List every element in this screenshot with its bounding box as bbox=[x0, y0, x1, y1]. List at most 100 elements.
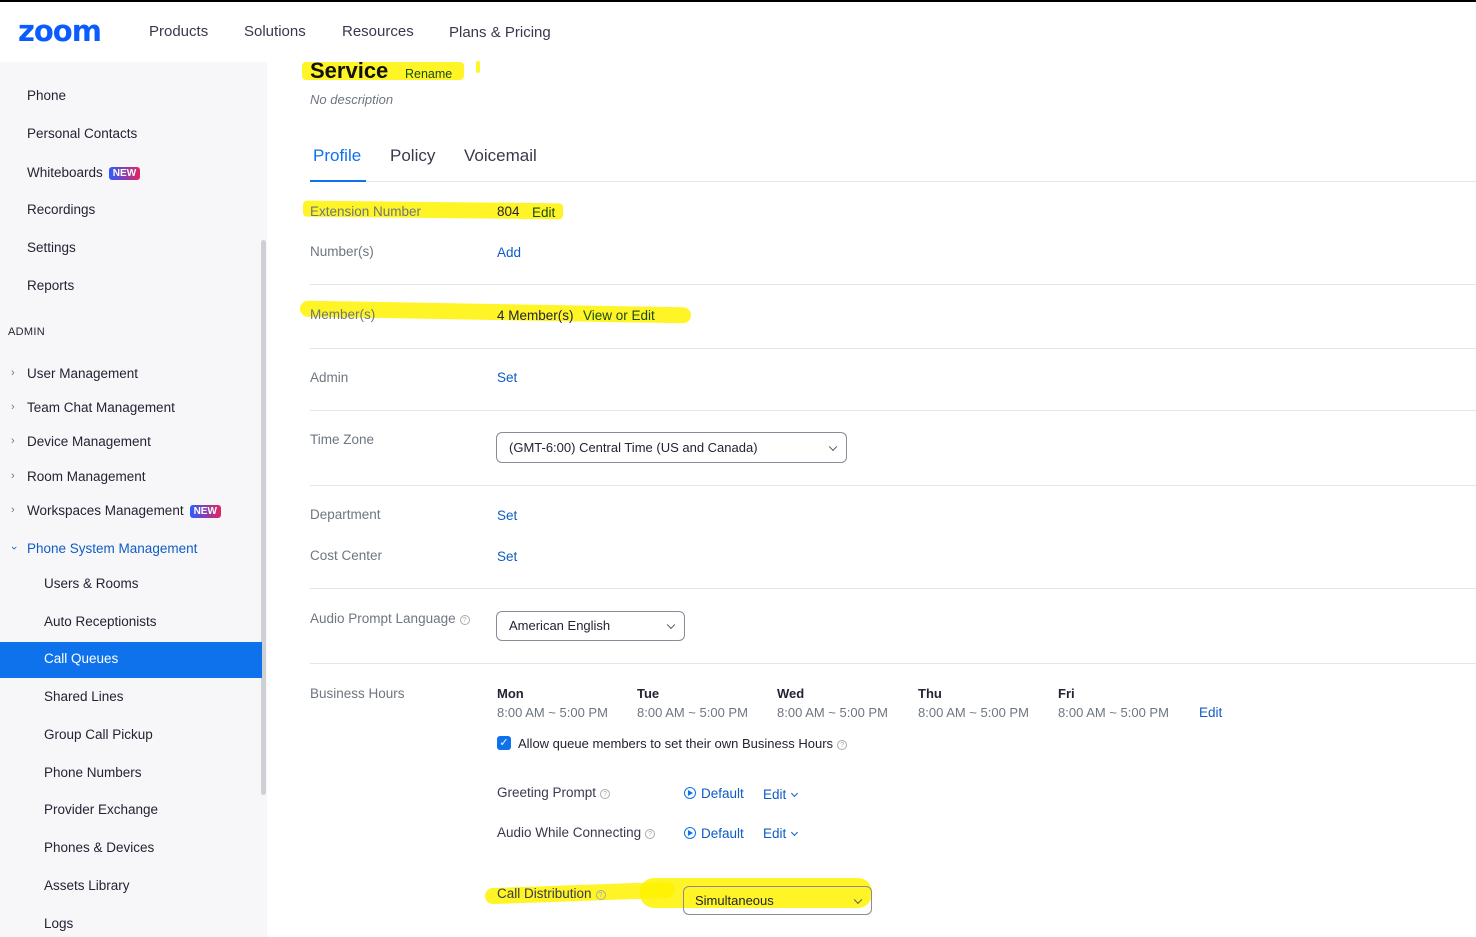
extension-label: Extension Number bbox=[310, 204, 422, 219]
numbers-label: Number(s) bbox=[310, 244, 374, 259]
sidebar-item-users-rooms[interactable]: Users & Rooms bbox=[44, 576, 139, 591]
business-hours-edit-link[interactable]: Edit bbox=[1199, 705, 1222, 720]
tabs-divider bbox=[310, 181, 1476, 182]
extension-value: 804 bbox=[497, 204, 520, 219]
timezone-value: (GMT-6:00) Central Time (US and Canada) bbox=[509, 440, 758, 455]
numbers-add-link[interactable]: Add bbox=[497, 245, 521, 260]
greeting-prompt-text: Greeting Prompt bbox=[497, 785, 597, 800]
members-view-edit-link[interactable]: View or Edit bbox=[583, 308, 655, 323]
day-name: Mon bbox=[497, 686, 524, 701]
play-icon bbox=[684, 827, 696, 839]
nav-solutions[interactable]: Solutions bbox=[244, 23, 306, 40]
chevron-right-icon: › bbox=[11, 435, 15, 447]
day-name: Wed bbox=[777, 686, 805, 701]
sidebar-item-auto-receptionists[interactable]: Auto Receptionists bbox=[44, 614, 157, 629]
sidebar-item-workspaces-management[interactable]: Workspaces Management NEW bbox=[27, 503, 221, 518]
greeting-prompt-edit-dropdown[interactable]: Edit bbox=[763, 787, 799, 802]
day-hours: 8:00 AM ~ 5:00 PM bbox=[497, 705, 608, 720]
business-day-fri: Fri 8:00 AM ~ 5:00 PM bbox=[1058, 686, 1169, 720]
chevron-right-icon: › bbox=[11, 367, 15, 379]
sidebar-scrollbar[interactable] bbox=[261, 240, 266, 795]
page-description: No description bbox=[310, 92, 394, 107]
day-name: Fri bbox=[1058, 686, 1075, 701]
zoom-logo[interactable]: zoom bbox=[18, 14, 102, 48]
sidebar-item-recordings[interactable]: Recordings bbox=[27, 202, 95, 217]
business-day-tue: Tue 8:00 AM ~ 5:00 PM bbox=[637, 686, 748, 720]
help-icon[interactable]: ? bbox=[595, 890, 606, 900]
play-icon bbox=[684, 787, 696, 799]
sidebar-item-team-chat-management[interactable]: Team Chat Management bbox=[27, 400, 175, 415]
day-hours: 8:00 AM ~ 5:00 PM bbox=[918, 705, 1029, 720]
chevron-down-icon bbox=[666, 620, 676, 630]
sidebar-item-provider-exchange[interactable]: Provider Exchange bbox=[44, 802, 158, 817]
extension-edit-link[interactable]: Edit bbox=[532, 205, 555, 220]
sidebar-item-device-management[interactable]: Device Management bbox=[27, 434, 151, 449]
sidebar-item-label: Workspaces Management bbox=[27, 503, 184, 518]
sidebar-item-whiteboards[interactable]: Whiteboards NEW bbox=[27, 165, 141, 180]
business-day-mon: Mon 8:00 AM ~ 5:00 PM bbox=[497, 686, 608, 720]
cost-center-set-link[interactable]: Set bbox=[497, 549, 517, 564]
sidebar-item-group-call-pickup[interactable]: Group Call Pickup bbox=[44, 727, 153, 742]
new-badge: NEW bbox=[189, 505, 221, 518]
nav-products[interactable]: Products bbox=[149, 23, 208, 40]
highlight-mark bbox=[476, 61, 480, 73]
section-divider bbox=[310, 663, 1476, 664]
help-icon[interactable]: ? bbox=[645, 829, 656, 839]
nav-plans-pricing[interactable]: Plans & Pricing bbox=[449, 24, 551, 41]
sidebar-item-user-management[interactable]: User Management bbox=[27, 366, 138, 381]
day-hours: 8:00 AM ~ 5:00 PM bbox=[637, 705, 748, 720]
sidebar-item-personal-contacts[interactable]: Personal Contacts bbox=[27, 126, 137, 141]
section-divider bbox=[310, 284, 1476, 285]
greeting-prompt-play[interactable]: Default bbox=[684, 786, 744, 801]
sidebar-item-reports[interactable]: Reports bbox=[27, 278, 74, 293]
audio-prompt-language-select[interactable]: American English bbox=[496, 611, 685, 641]
sidebar-item-settings[interactable]: Settings bbox=[27, 240, 76, 255]
audio-while-connecting-label: Audio While Connecting? bbox=[497, 825, 656, 840]
help-icon[interactable]: ? bbox=[459, 615, 470, 625]
sidebar-item-logs[interactable]: Logs bbox=[44, 916, 73, 931]
call-distribution-value: Simultaneous bbox=[695, 893, 774, 908]
audio-while-connecting-play[interactable]: Default bbox=[684, 826, 744, 841]
allow-members-hours-checkbox[interactable]: ✓ bbox=[497, 736, 511, 750]
chevron-down-icon bbox=[828, 442, 838, 451]
timezone-select[interactable]: (GMT-6:00) Central Time (US and Canada) bbox=[496, 432, 847, 463]
nav-resources[interactable]: Resources bbox=[342, 23, 414, 40]
day-name: Thu bbox=[918, 686, 942, 701]
day-hours: 8:00 AM ~ 5:00 PM bbox=[1058, 705, 1169, 720]
members-count: 4 Member(s) bbox=[497, 308, 574, 323]
chevron-right-icon: › bbox=[11, 401, 15, 413]
help-icon[interactable]: ? bbox=[600, 789, 611, 799]
sidebar-item-call-queues[interactable]: Call Queues bbox=[0, 642, 262, 678]
audio-while-connecting-value: Default bbox=[701, 826, 744, 841]
day-name: Tue bbox=[637, 686, 660, 701]
greeting-prompt-value: Default bbox=[701, 786, 744, 801]
chevron-down-icon bbox=[791, 828, 799, 837]
help-icon[interactable]: ? bbox=[837, 740, 848, 750]
sidebar-item-room-management[interactable]: Room Management bbox=[27, 469, 146, 484]
tab-profile[interactable]: Profile bbox=[313, 146, 361, 166]
business-day-thu: Thu 8:00 AM ~ 5:00 PM bbox=[918, 686, 1029, 720]
audio-while-connecting-edit-dropdown[interactable]: Edit bbox=[763, 826, 799, 841]
chevron-right-icon: › bbox=[11, 470, 15, 482]
greeting-prompt-edit-label: Edit bbox=[763, 787, 787, 802]
section-divider bbox=[310, 485, 1476, 486]
admin-set-link[interactable]: Set bbox=[497, 370, 517, 385]
tab-voicemail[interactable]: Voicemail bbox=[464, 146, 537, 166]
sidebar-item-phones-devices[interactable]: Phones & Devices bbox=[44, 840, 154, 855]
chevron-down-icon: › bbox=[7, 546, 20, 550]
members-label: Member(s) bbox=[310, 307, 376, 322]
rename-link[interactable]: Rename bbox=[405, 67, 452, 81]
audio-prompt-language-value: American English bbox=[509, 618, 611, 633]
sidebar-item-phone-numbers[interactable]: Phone Numbers bbox=[44, 765, 142, 780]
sidebar-item-label: Call Queues bbox=[44, 651, 119, 666]
sidebar-item-phone-system-management[interactable]: Phone System Management bbox=[27, 541, 197, 556]
department-set-link[interactable]: Set bbox=[497, 508, 517, 523]
call-distribution-select[interactable]: Simultaneous bbox=[683, 886, 872, 915]
sidebar-item-shared-lines[interactable]: Shared Lines bbox=[44, 689, 124, 704]
call-distribution-label: Call Distribution? bbox=[497, 886, 606, 901]
department-label: Department bbox=[310, 507, 381, 522]
tab-policy[interactable]: Policy bbox=[390, 146, 435, 166]
chevron-down-icon bbox=[853, 895, 863, 904]
sidebar-item-assets-library[interactable]: Assets Library bbox=[44, 878, 130, 893]
sidebar-item-phone[interactable]: Phone bbox=[27, 88, 66, 103]
